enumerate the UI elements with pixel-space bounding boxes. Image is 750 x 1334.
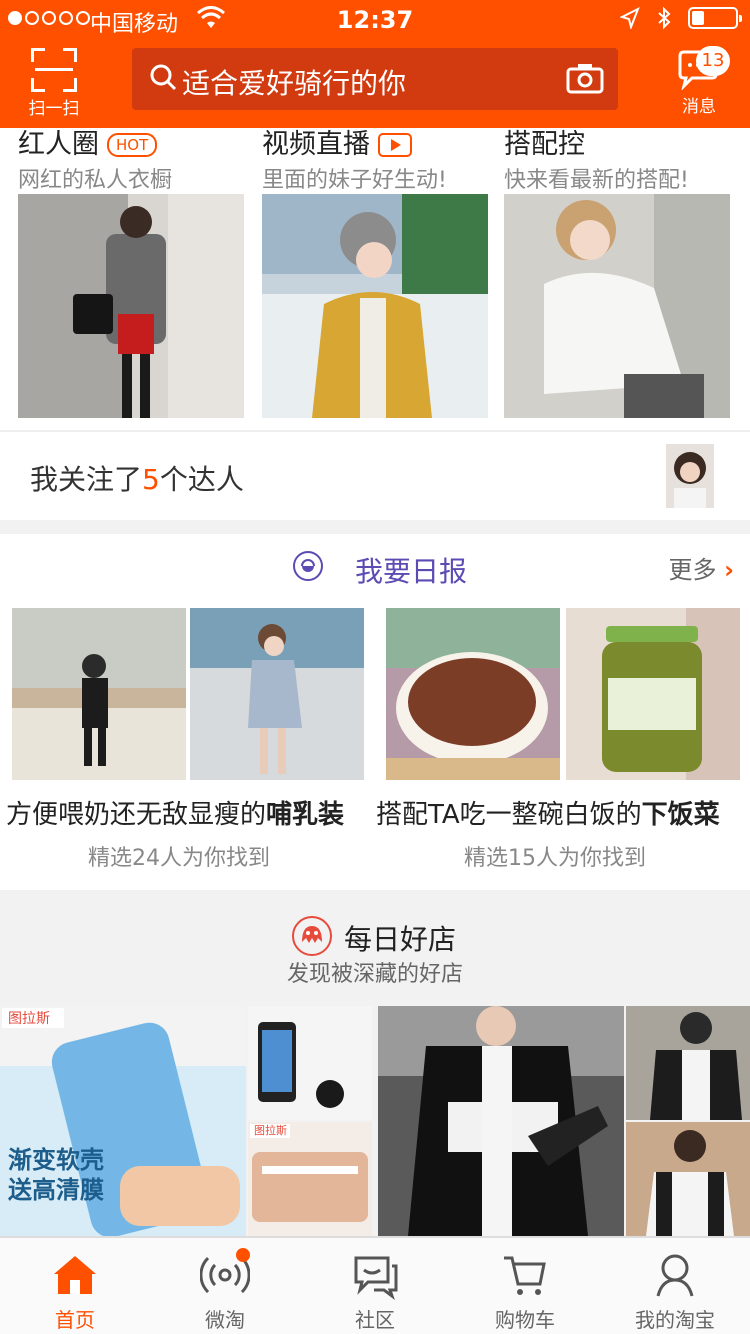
daily-caption: 方便喂奶还无敌显瘦的哺乳装	[6, 794, 344, 831]
daily-photo	[566, 608, 740, 780]
feature-title: 搭配控	[504, 128, 730, 162]
tab-label: 微淘	[205, 1308, 245, 1332]
feature-subtitle: 里面的妹子好生动!	[262, 168, 447, 193]
shop-tile-hoodie-2[interactable]	[626, 1122, 750, 1236]
shop-brand-label: 图拉斯	[8, 1011, 50, 1027]
daily-report-card: 我要日报 更多 › 方便喂奶还无敌显瘦的哺乳装 精选24人为你找到 搭配TA吃一…	[0, 534, 750, 890]
followed-text: 我关注了5个达人	[30, 458, 244, 498]
daily-caption-bold: 哺乳装	[266, 800, 345, 830]
feature-photo	[504, 194, 730, 418]
followed-suffix: 个达人	[159, 463, 244, 496]
tab-label: 社区	[355, 1308, 395, 1332]
octopus-icon	[292, 916, 332, 956]
shop-tile-hoodie-1[interactable]	[626, 1006, 750, 1120]
feature-title-text: 搭配控	[504, 129, 585, 160]
more-link[interactable]: 更多 ›	[668, 550, 734, 585]
shop-tile-phone-case[interactable]: 图拉斯 渐变软壳 送高清膜	[0, 1006, 246, 1236]
hot-badge: HOT	[107, 133, 158, 157]
cart-icon	[504, 1256, 546, 1295]
bottom-tab-bar: 首页 微淘 社区 购物车 我的淘宝	[0, 1236, 750, 1334]
shop-photo	[626, 1006, 750, 1120]
feature-card: 红人圈 HOT 网红的私人衣橱 视频直播 里面的妹子好生动! 搭配控 快来看最新…	[0, 128, 750, 520]
tab-home[interactable]: 首页	[0, 1238, 150, 1334]
shop-photo	[626, 1122, 750, 1236]
daily-caption-bold: 下饭菜	[641, 800, 720, 830]
bluetooth-icon	[658, 6, 671, 30]
feature-live-video[interactable]: 视频直播 里面的妹子好生动!	[262, 128, 488, 418]
feature-title-text: 红人圈	[18, 129, 99, 160]
feature-title: 视频直播	[262, 128, 488, 162]
daily-caption: 搭配TA吃一整碗白饭的下饭菜	[376, 794, 720, 831]
scan-label: 扫一扫	[28, 99, 80, 119]
messages-button[interactable]: 13 消息	[662, 46, 736, 117]
tab-weitao[interactable]: 微淘	[150, 1238, 300, 1334]
chevron-right-icon: ›	[724, 556, 734, 584]
chat-icon	[354, 1256, 398, 1300]
message-count-badge: 13	[696, 46, 730, 76]
daily-photo	[190, 608, 364, 780]
daily-shop-title: 每日好店	[344, 923, 457, 956]
feature-subtitle: 网红的私人衣橱	[18, 168, 173, 193]
avatar	[666, 444, 714, 508]
shop-photo	[248, 1122, 372, 1236]
shop-promo-line2: 送高清膜	[8, 1176, 104, 1204]
shop-tile-phone-remote[interactable]	[248, 1006, 372, 1120]
notification-dot	[236, 1248, 250, 1262]
camera-icon[interactable]	[566, 62, 604, 94]
followed-count: 5	[142, 463, 160, 496]
daily-subtitle: 精选24人为你找到	[88, 846, 270, 871]
daily-caption-plain: 搭配TA吃一整碗白饭的	[376, 800, 642, 830]
shop-brand-label: 图拉斯	[254, 1124, 287, 1137]
followed-influencers-row[interactable]: 我关注了5个达人	[0, 432, 750, 520]
search-placeholder: 适合爱好骑行的你	[182, 67, 407, 100]
battery-icon	[688, 7, 742, 29]
daily-report-title: 我要日报	[0, 550, 750, 590]
search-icon	[150, 64, 177, 91]
feature-subtitle: 快来看最新的搭配!	[504, 168, 689, 193]
daily-shop-subtitle: 发现被深藏的好店	[286, 962, 463, 987]
daily-caption-plain: 方便喂奶还无敌显瘦的	[6, 800, 267, 830]
status-right	[620, 6, 742, 30]
taobao-home-page: 中国移动 12:37 扫一扫 适合爱好骑行的你 13 消息 红人圈 HOT 网红…	[0, 0, 750, 1334]
feature-photo	[262, 194, 488, 418]
tab-label: 购物车	[495, 1308, 555, 1332]
message-icon: 13	[676, 46, 730, 91]
tab-community[interactable]: 社区	[300, 1238, 450, 1334]
home-icon	[54, 1256, 96, 1294]
feature-title-text: 视频直播	[262, 129, 370, 160]
more-label: 更多	[668, 556, 717, 584]
tab-my-taobao[interactable]: 我的淘宝	[600, 1238, 750, 1334]
scan-icon	[31, 48, 77, 92]
location-icon	[620, 7, 640, 29]
feature-title: 红人圈 HOT	[18, 128, 244, 162]
search-bar[interactable]: 适合爱好骑行的你	[132, 48, 618, 110]
tab-label: 我的淘宝	[635, 1308, 715, 1332]
feature-outfit[interactable]: 搭配控 快来看最新的搭配!	[504, 128, 730, 418]
feature-hongrenquan[interactable]: 红人圈 HOT 网红的私人衣橱	[18, 128, 244, 418]
daily-report-title-text: 我要日报	[354, 555, 467, 588]
daily-shop-section: 每日好店 发现被深藏的好店 图拉斯 渐变软壳 送高清膜 图拉斯	[0, 892, 750, 1236]
tab-cart[interactable]: 购物车	[450, 1238, 600, 1334]
messages-label: 消息	[682, 97, 716, 117]
daily-subtitle: 精选15人为你找到	[464, 846, 646, 871]
tab-label: 首页	[55, 1308, 95, 1332]
feature-photo	[18, 194, 244, 418]
shop-photo	[378, 1006, 624, 1236]
status-bar: 中国移动 12:37	[0, 0, 750, 40]
shop-tile-jacket[interactable]	[378, 1006, 624, 1236]
user-icon	[656, 1254, 694, 1297]
shop-tile-case-sleeve[interactable]: 图拉斯	[248, 1122, 372, 1236]
app-header: 扫一扫 适合爱好骑行的你 13 消息	[0, 40, 750, 128]
play-icon	[378, 133, 412, 157]
daily-photo	[12, 608, 186, 780]
daily-photo	[386, 608, 560, 780]
scan-button[interactable]: 扫一扫	[22, 48, 86, 119]
shop-photo	[248, 1006, 372, 1120]
followed-prefix: 我关注了	[30, 463, 143, 496]
